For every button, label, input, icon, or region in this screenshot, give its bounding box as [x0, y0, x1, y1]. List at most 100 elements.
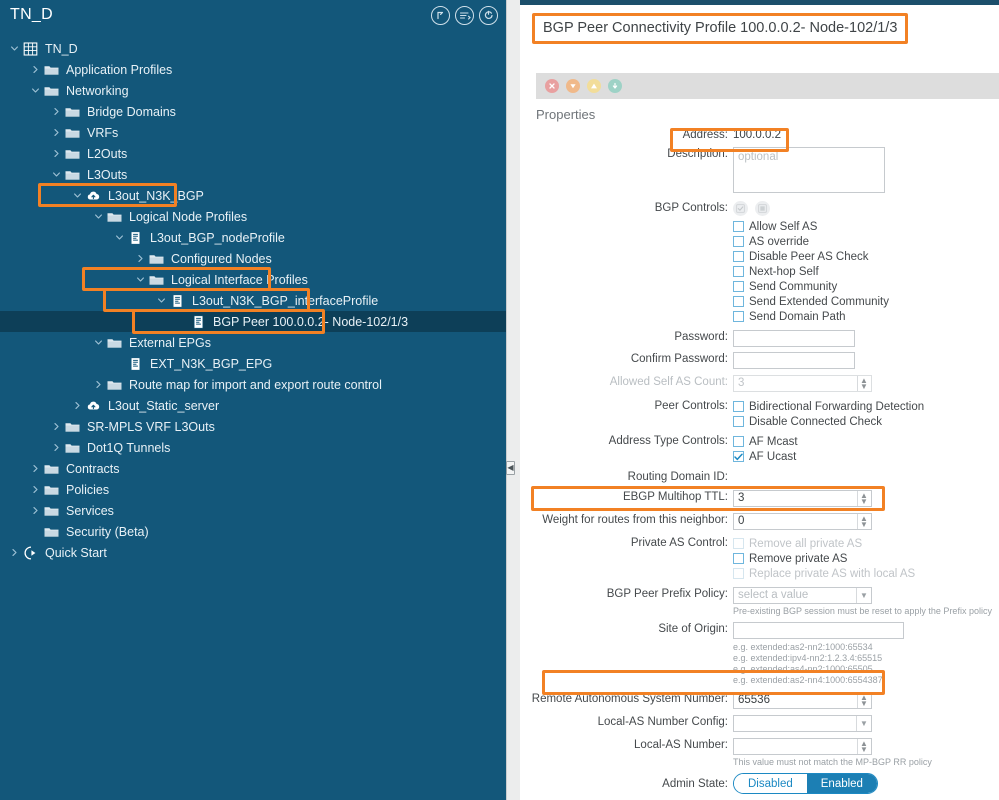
select-all-icon[interactable]	[733, 201, 748, 216]
confirm-password-input[interactable]	[733, 352, 855, 369]
tree-item[interactable]: Policies	[0, 479, 506, 500]
allowed-self-as-count-stepper[interactable]: ▲ ▼	[857, 376, 870, 391]
tree-item[interactable]: Logical Interface Profiles	[0, 269, 506, 290]
chevron-right-icon[interactable]	[29, 464, 42, 473]
bgp-peer-prefix-policy-select[interactable]: select a value ▼	[733, 587, 872, 604]
local-as-number-stepper[interactable]: ▲ ▼	[857, 739, 870, 754]
tree-item[interactable]: Services	[0, 500, 506, 521]
chevron-right-icon[interactable]	[29, 65, 42, 74]
checkbox-icon[interactable]	[733, 266, 744, 277]
password-input[interactable]	[733, 330, 855, 347]
weight-stepper[interactable]: ▲ ▼	[857, 514, 870, 529]
chevron-down-icon[interactable]	[155, 296, 168, 305]
chevron-down-icon[interactable]	[50, 170, 63, 179]
local-as-number-input[interactable]: ▲ ▼	[733, 738, 872, 755]
checkbox-row[interactable]: Allow Self AS	[733, 219, 999, 234]
tree-item[interactable]: L2Outs	[0, 143, 506, 164]
checkbox-row[interactable]: Disable Peer AS Check	[733, 249, 999, 264]
tree-item[interactable]: L3Outs	[0, 164, 506, 185]
tree-item[interactable]: BGP Peer 100.0.0.2- Node-102/1/3	[0, 311, 506, 332]
tree-item[interactable]: L3out_N3K_BGP_interfaceProfile	[0, 290, 506, 311]
tree-item[interactable]: Logical Node Profiles	[0, 206, 506, 227]
chevron-right-icon[interactable]	[50, 128, 63, 137]
remote-asn-input[interactable]: 65536 ▲ ▼	[733, 692, 872, 709]
refresh-icon[interactable]	[479, 6, 498, 25]
checkbox-icon[interactable]	[733, 436, 744, 447]
local-as-number-config-select[interactable]: ▼	[733, 715, 872, 732]
admin-state-enabled-option[interactable]: Enabled	[806, 774, 877, 793]
tree-item[interactable]: Contracts	[0, 458, 506, 479]
ebgp-multihop-ttl-input[interactable]: 3 ▲ ▼	[733, 490, 872, 507]
checkbox-row[interactable]: Bidirectional Forwarding Detection	[733, 399, 999, 414]
tree-item[interactable]: Networking	[0, 80, 506, 101]
chevron-right-icon[interactable]	[50, 443, 63, 452]
checkbox-row[interactable]: Disable Connected Check	[733, 414, 999, 429]
checkbox-icon[interactable]	[733, 281, 744, 292]
major-status-icon[interactable]	[566, 79, 580, 93]
chevron-down-icon[interactable]	[92, 212, 105, 221]
panel-collapse-handle[interactable]: ◀	[506, 461, 515, 475]
chevron-right-icon[interactable]	[8, 548, 21, 557]
tree-item[interactable]: VRFs	[0, 122, 506, 143]
site-of-origin-input[interactable]	[733, 622, 904, 639]
checkbox-icon[interactable]	[733, 553, 744, 564]
checkbox-icon[interactable]	[733, 401, 744, 412]
checkbox-row[interactable]: AS override	[733, 234, 999, 249]
checkbox-icon[interactable]	[733, 221, 744, 232]
chevron-right-icon[interactable]	[29, 485, 42, 494]
checkbox-row[interactable]: AF Ucast	[733, 449, 999, 464]
ebgp-multihop-ttl-stepper[interactable]: ▲ ▼	[857, 491, 870, 506]
checkbox-row[interactable]: Remove private AS	[733, 551, 999, 566]
tree-item[interactable]: L3out_BGP_nodeProfile	[0, 227, 506, 248]
filter-icon[interactable]	[455, 6, 474, 25]
info-status-icon[interactable]	[608, 79, 622, 93]
checkbox-icon[interactable]	[733, 236, 744, 247]
checkbox-icon[interactable]	[733, 451, 744, 462]
chevron-down-icon[interactable]	[29, 86, 42, 95]
chevron-down-icon[interactable]	[92, 338, 105, 347]
weight-input[interactable]: 0 ▲ ▼	[733, 513, 872, 530]
checkbox-icon[interactable]	[733, 251, 744, 262]
tree-item[interactable]: External EPGs	[0, 332, 506, 353]
chevron-down-icon[interactable]	[113, 233, 126, 242]
tree-item[interactable]: Quick Start	[0, 542, 506, 563]
tree-item[interactable]: Configured Nodes	[0, 248, 506, 269]
checkbox-icon[interactable]	[733, 311, 744, 322]
checkbox-row[interactable]: Next-hop Self	[733, 264, 999, 279]
chevron-down-icon[interactable]: ▼	[856, 588, 871, 603]
chevron-right-icon[interactable]	[71, 401, 84, 410]
chevron-right-icon[interactable]	[92, 380, 105, 389]
chevron-right-icon[interactable]	[50, 149, 63, 158]
tree-item[interactable]: Bridge Domains	[0, 101, 506, 122]
chevron-down-icon[interactable]	[8, 44, 21, 53]
checkbox-icon[interactable]	[733, 296, 744, 307]
description-input[interactable]: optional	[733, 147, 885, 193]
tree-item[interactable]: L3out_Static_server	[0, 395, 506, 416]
allowed-self-as-count-input[interactable]: 3 ▲ ▼	[733, 375, 872, 392]
remote-asn-stepper[interactable]: ▲ ▼	[857, 693, 870, 708]
admin-state-toggle[interactable]: Disabled Enabled	[733, 773, 878, 794]
tree-item[interactable]: TN_D	[0, 38, 506, 59]
chevron-down-icon[interactable]	[134, 275, 147, 284]
chevron-right-icon[interactable]	[134, 254, 147, 263]
chevron-right-icon[interactable]	[50, 107, 63, 116]
chevron-down-icon[interactable]	[71, 191, 84, 200]
tree-item[interactable]: SR-MPLS VRF L3Outs	[0, 416, 506, 437]
checkbox-icon[interactable]	[733, 416, 744, 427]
warning-status-icon[interactable]	[587, 79, 601, 93]
chevron-down-icon[interactable]: ▼	[856, 716, 871, 731]
error-status-icon[interactable]	[545, 79, 559, 93]
chevron-right-icon[interactable]	[50, 422, 63, 431]
search-icon[interactable]	[431, 6, 450, 25]
checkbox-row[interactable]: AF Mcast	[733, 434, 999, 449]
checkbox-row[interactable]: Send Domain Path	[733, 309, 999, 324]
checkbox-row[interactable]: Send Extended Community	[733, 294, 999, 309]
tree-item[interactable]: Dot1Q Tunnels	[0, 437, 506, 458]
tree-item[interactable]: Application Profiles	[0, 59, 506, 80]
checkbox-row[interactable]: Send Community	[733, 279, 999, 294]
tree-item[interactable]: L3out_N3K_BGP	[0, 185, 506, 206]
deselect-all-icon[interactable]	[755, 201, 770, 216]
tree-item[interactable]: EXT_N3K_BGP_EPG	[0, 353, 506, 374]
admin-state-disabled-option[interactable]: Disabled	[734, 774, 807, 793]
chevron-right-icon[interactable]	[29, 506, 42, 515]
